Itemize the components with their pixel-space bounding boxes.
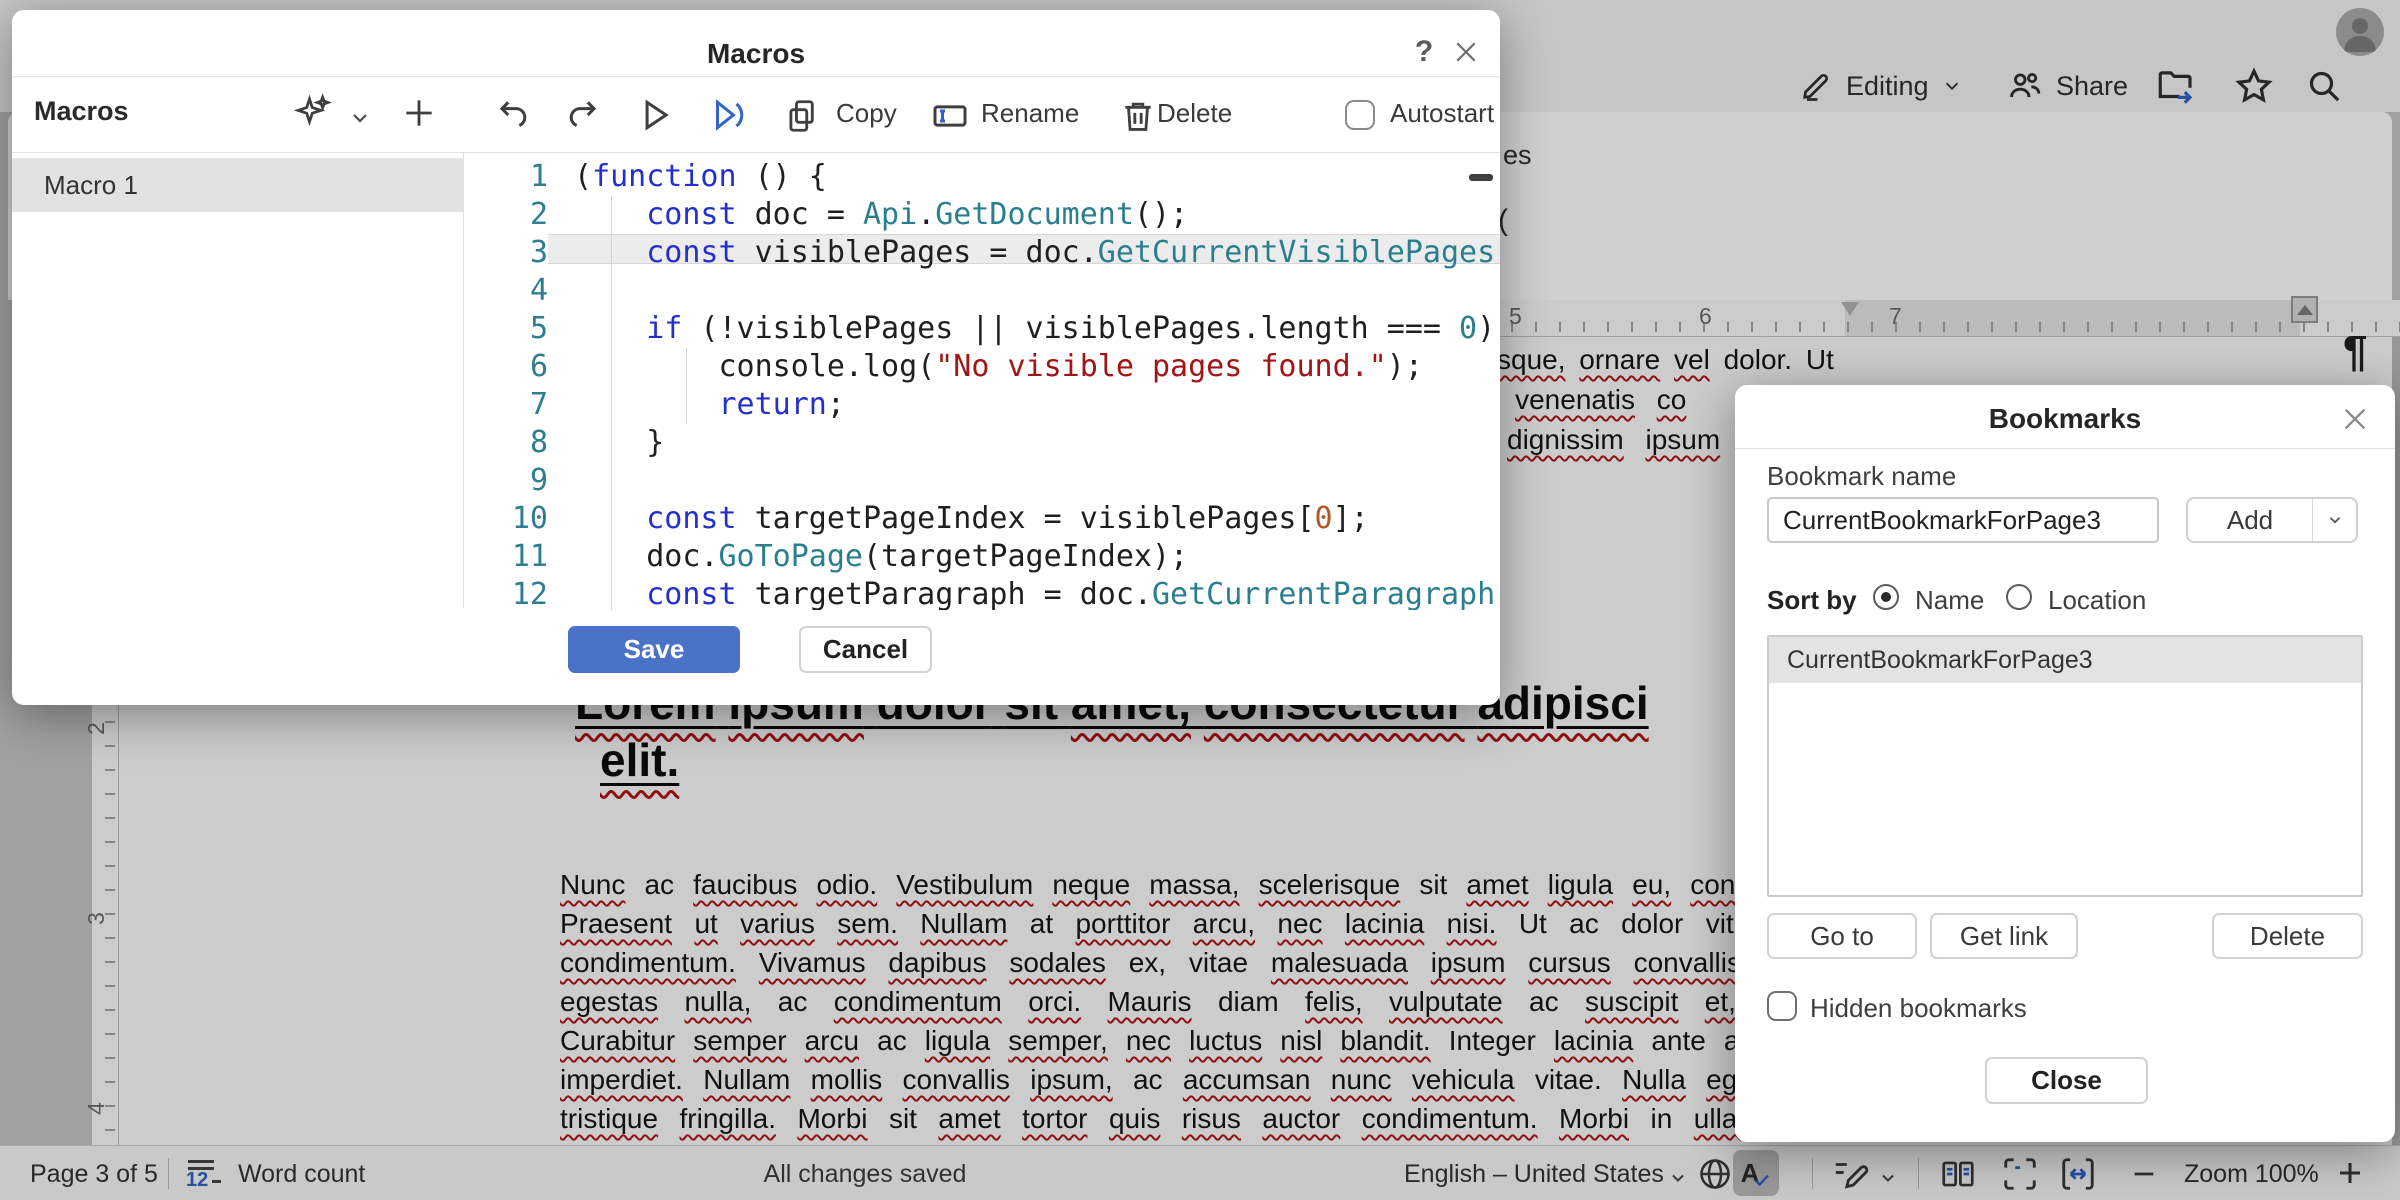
code-line: 6 console.log("No visible pages found.")…: [464, 348, 1500, 386]
autostart-checkbox[interactable]: [1345, 100, 1375, 130]
redo-icon: [564, 96, 602, 134]
autostart-label[interactable]: Autostart: [1390, 98, 1494, 129]
code-line: 3 const visiblePages = doc.GetCurrentVis…: [464, 234, 1500, 272]
close-button[interactable]: [2333, 397, 2377, 441]
add-bookmark-button[interactable]: Add: [2186, 497, 2358, 543]
copy-macro-button[interactable]: [780, 94, 824, 138]
rename-macro-button[interactable]: [928, 94, 972, 138]
sort-location-radio[interactable]: [2006, 584, 2032, 610]
sort-name-label[interactable]: Name: [1915, 585, 1984, 616]
add-dropdown[interactable]: [2312, 499, 2356, 541]
hidden-bookmarks-label[interactable]: Hidden bookmarks: [1810, 993, 2027, 1024]
copy-label[interactable]: Copy: [836, 98, 897, 129]
delete-label[interactable]: Delete: [1157, 98, 1232, 129]
bookmarks-list[interactable]: CurrentBookmarkForPage3: [1767, 635, 2363, 897]
save-button[interactable]: Save: [568, 626, 740, 673]
add-macro-button[interactable]: [396, 90, 442, 136]
code-line: 7 return;: [464, 386, 1500, 424]
bookmark-name-input[interactable]: [1767, 497, 2159, 543]
run-all-button[interactable]: [704, 92, 750, 138]
macros-dialog: Macros ? Macros Copy Rename Delete Autos…: [12, 10, 1500, 705]
undo-icon: [494, 96, 532, 134]
editor-scrollbar-thumb[interactable]: [1469, 174, 1493, 181]
sort-location-label[interactable]: Location: [2048, 585, 2146, 616]
hidden-bookmarks-checkbox[interactable]: [1767, 991, 1797, 1021]
bookmark-name-label: Bookmark name: [1767, 461, 1956, 492]
chevron-down-icon: [2326, 511, 2344, 529]
code-line: 8 }: [464, 424, 1500, 462]
run-macro-button[interactable]: [632, 92, 678, 138]
close-dialog-button[interactable]: Close: [1985, 1057, 2148, 1104]
delete-bookmark-button[interactable]: Delete: [2212, 913, 2363, 959]
code-line: 12 const targetParagraph = doc.GetCurren…: [464, 576, 1500, 610]
sparkle-icon: [292, 92, 334, 134]
get-link-button[interactable]: Get link: [1930, 913, 2078, 959]
goto-button[interactable]: Go to: [1767, 913, 1917, 959]
trash-icon: [1119, 97, 1157, 135]
code-line: 1(function () {: [464, 158, 1500, 196]
add-label: Add: [2188, 499, 2312, 541]
rename-icon: [930, 96, 970, 136]
copy-icon: [783, 97, 821, 135]
help-button[interactable]: ?: [1404, 32, 1444, 72]
play-loop-icon: [708, 96, 746, 134]
dialog-title: Bookmarks: [1735, 403, 2395, 435]
code-line: 2 const doc = Api.GetDocument();: [464, 196, 1500, 234]
macro-list: Macro 1: [12, 158, 463, 212]
code-line: 5 if (!visiblePages || visiblePages.leng…: [464, 310, 1500, 348]
code-line: 10 const targetPageIndex = visiblePages[…: [464, 500, 1500, 538]
play-icon: [636, 96, 674, 134]
cancel-button[interactable]: Cancel: [799, 626, 932, 673]
dialog-title: Macros: [12, 38, 1500, 70]
code-line: 9: [464, 462, 1500, 500]
close-icon: [2339, 403, 2371, 435]
delete-macro-button[interactable]: [1116, 94, 1160, 138]
macro-list-item[interactable]: Macro 1: [12, 158, 463, 212]
close-icon: [1451, 37, 1481, 67]
sort-by-label: Sort by: [1767, 585, 1857, 616]
rename-label[interactable]: Rename: [981, 98, 1079, 129]
code-editor[interactable]: 1(function () {2 const doc = Api.GetDocu…: [464, 152, 1500, 610]
divider: [12, 76, 1500, 77]
redo-button[interactable]: [560, 92, 606, 138]
sort-name-radio[interactable]: [1873, 584, 1899, 610]
bookmark-list-item[interactable]: CurrentBookmarkForPage3: [1769, 637, 2361, 683]
code-line: 11 doc.GoToPage(targetPageIndex);: [464, 538, 1500, 576]
code-line: 4: [464, 272, 1500, 310]
macros-panel-title: Macros: [34, 96, 129, 127]
undo-button[interactable]: [490, 92, 536, 138]
close-button[interactable]: [1446, 32, 1486, 72]
divider: [1735, 448, 2395, 449]
chevron-down-icon[interactable]: [348, 106, 372, 130]
plus-icon: [400, 94, 438, 132]
ai-macro-button[interactable]: [290, 90, 336, 136]
bookmarks-dialog: Bookmarks Bookmark name Add Sort by Name…: [1735, 385, 2395, 1142]
